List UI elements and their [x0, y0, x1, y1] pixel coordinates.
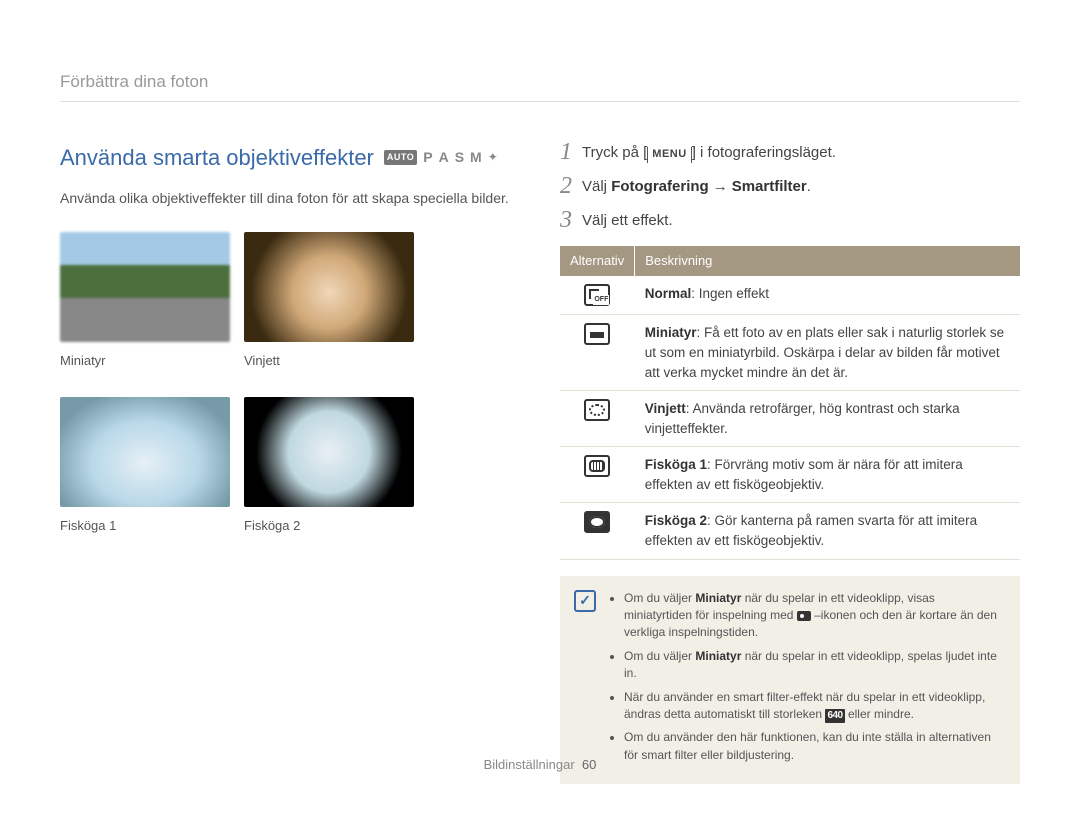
breadcrumb: Förbättra dina foton	[60, 70, 1020, 95]
note-list: Om du väljer Miniatyr när du spelar in e…	[608, 590, 1004, 771]
row-normal-desc: : Ingen effekt	[691, 286, 769, 301]
movie-mode-icon: ✦	[488, 149, 498, 166]
row-vinjett-name: Vinjett	[645, 401, 686, 416]
divider	[60, 101, 1020, 102]
step-2-text-c: .	[807, 178, 811, 195]
page-number: 60	[582, 757, 596, 772]
step-number-2: 2	[560, 174, 572, 198]
table-row: Vinjett: Använda retrofärger, hög kontra…	[560, 391, 1020, 447]
mode-letter-s: S	[455, 147, 464, 167]
table-row: Normal: Ingen effekt	[560, 276, 1020, 315]
mode-letter-p: P	[423, 147, 432, 167]
effect-miniature-icon	[584, 323, 610, 345]
mode-icons: AUTO P A S M ✦	[384, 147, 498, 167]
caption-fiskoga-1: Fisköga 1	[60, 517, 230, 536]
step-number-3: 3	[560, 208, 572, 232]
th-description: Beskrivning	[635, 246, 1020, 277]
row-vinjett-desc: : Använda retrofärger, hög kontrast och …	[645, 401, 960, 436]
example-grid: Miniatyr Vinjett Fisköga 1 Fisköga 2	[60, 232, 520, 552]
page-footer: Bildinställningar 60	[0, 756, 1080, 775]
step-2-text: Välj Fotografering→Smartfilter.	[582, 176, 811, 198]
step-1-text: Tryck på [MENU] i fotograferingsläget.	[582, 142, 836, 164]
step-number-1: 1	[560, 140, 572, 164]
note-1-a: Om du väljer	[624, 591, 695, 605]
auto-mode-badge: AUTO	[384, 150, 417, 165]
content-columns: Använda smarta objektiveffekter AUTO P A…	[60, 142, 1020, 785]
note-2-b: Miniatyr	[695, 649, 741, 663]
note-box: ✓ Om du väljer Miniatyr när du spelar in…	[560, 576, 1020, 785]
right-column: 1 Tryck på [MENU] i fotograferingsläget.…	[560, 142, 1020, 785]
intro-text: Använda olika objektiveffekter till dina…	[60, 188, 520, 208]
info-icon: ✓	[574, 590, 596, 612]
thumbnail-fiskoga-2	[244, 397, 414, 507]
step-3: 3 Välj ett effekt.	[560, 210, 1020, 232]
step-2-bold-1: Fotografering	[611, 178, 709, 195]
footer-section: Bildinställningar	[484, 757, 575, 772]
note-item: När du använder en smart filter-effekt n…	[624, 689, 1004, 724]
row-miniatyr-name: Miniatyr	[645, 325, 697, 340]
row-fiskoga2-name: Fisköga 2	[645, 513, 707, 528]
step-1-text-b: ] i fotograferingsläget.	[692, 144, 836, 161]
note-3-a: När du använder en smart filter-effekt n…	[624, 690, 985, 721]
step-1: 1 Tryck på [MENU] i fotograferingsläget.	[560, 142, 1020, 164]
menu-key-icon: MENU	[647, 147, 691, 163]
table-row: Fisköga 2: Gör kanterna på ramen svarta …	[560, 503, 1020, 559]
note-1-b: Miniatyr	[695, 591, 741, 605]
effect-off-icon	[584, 284, 610, 306]
thumbnail-vinjett	[244, 232, 414, 342]
effect-fisheye-2-icon	[584, 511, 610, 533]
page-title: Använda smarta objektiveffekter	[60, 142, 374, 174]
effect-fisheye-1-icon	[584, 455, 610, 477]
caption-fiskoga-2: Fisköga 2	[244, 517, 414, 536]
mode-letter-m: M	[470, 147, 482, 167]
th-option: Alternativ	[560, 246, 635, 277]
caption-vinjett: Vinjett	[244, 352, 414, 371]
row-miniatyr-desc: : Få ett foto av en plats eller sak i na…	[645, 325, 1004, 379]
note-item: Om du väljer Miniatyr när du spelar in e…	[624, 590, 1004, 642]
step-2-text-a: Välj	[582, 178, 611, 195]
thumbnail-fiskoga-1	[60, 397, 230, 507]
options-table: Alternativ Beskrivning Normal: Ingen eff…	[560, 246, 1020, 560]
row-fiskoga1-name: Fisköga 1	[645, 457, 707, 472]
table-row: Fisköga 1: Förvräng motiv som är nära fö…	[560, 447, 1020, 503]
table-row: Miniatyr: Få ett foto av en plats eller …	[560, 315, 1020, 391]
step-1-text-a: Tryck på [	[582, 144, 647, 161]
thumbnail-miniatyr	[60, 232, 230, 342]
note-item: Om du väljer Miniatyr när du spelar in e…	[624, 648, 1004, 683]
caption-miniatyr: Miniatyr	[60, 352, 230, 371]
size-640-badge: 640	[825, 709, 844, 724]
record-icon	[797, 611, 811, 621]
row-normal-name: Normal	[645, 286, 692, 301]
step-2-bold-2: Smartfilter	[732, 178, 807, 195]
left-column: Använda smarta objektiveffekter AUTO P A…	[60, 142, 520, 785]
manual-page: Förbättra dina foton Använda smarta obje…	[0, 0, 1080, 824]
effect-vignette-icon	[584, 399, 610, 421]
step-3-text: Välj ett effekt.	[582, 210, 673, 232]
note-2-a: Om du väljer	[624, 649, 695, 663]
title-row: Använda smarta objektiveffekter AUTO P A…	[60, 142, 520, 174]
arrow-icon: →	[713, 178, 728, 195]
mode-letter-a: A	[439, 147, 449, 167]
step-2: 2 Välj Fotografering→Smartfilter.	[560, 176, 1020, 198]
note-3-b: eller mindre.	[845, 707, 914, 721]
